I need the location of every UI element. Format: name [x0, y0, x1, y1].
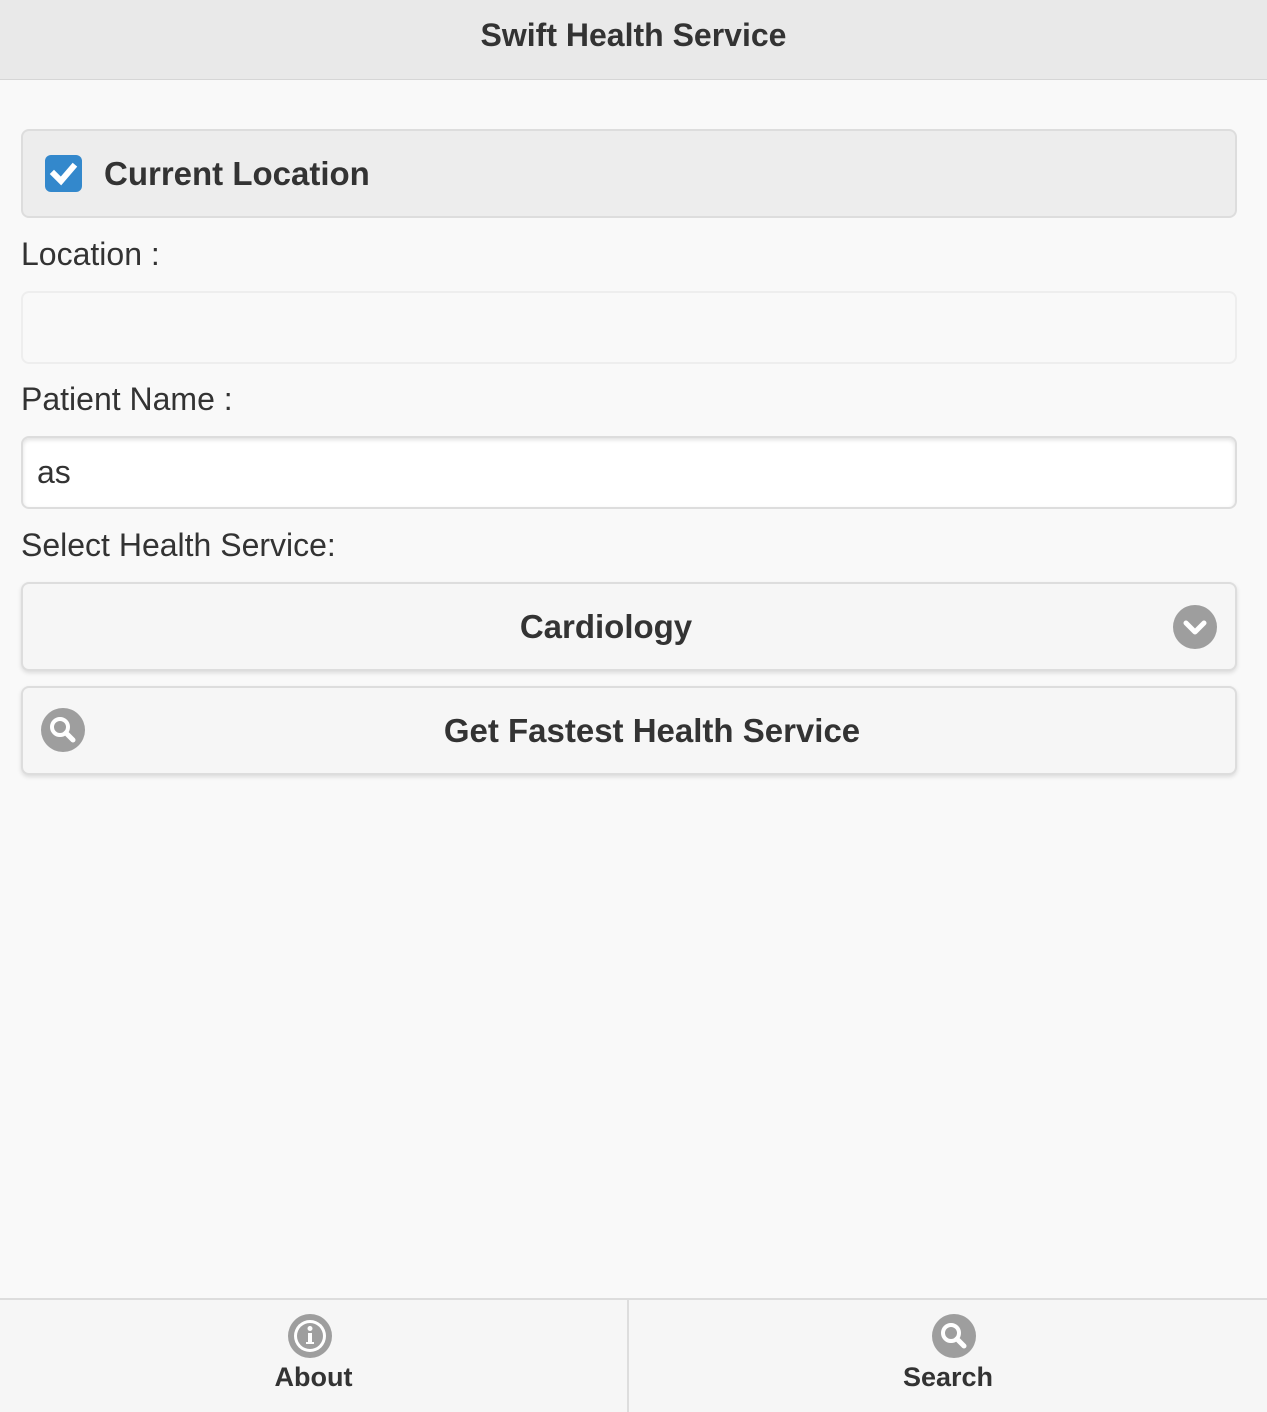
tab-search-label: Search — [902, 1362, 994, 1392]
checkmark-icon[interactable] — [45, 155, 82, 192]
health-service-label: Select Health Service: — [21, 527, 336, 563]
tab-about[interactable]: About — [0, 1300, 629, 1412]
page-title: Swift Health Service — [480, 17, 787, 53]
get-fastest-service-button[interactable]: Get Fastest Health Service — [21, 686, 1237, 775]
current-location-checkbox[interactable]: Current Location — [21, 129, 1237, 218]
app-header: Swift Health Service — [0, 0, 1267, 80]
health-service-select[interactable]: Cardiology — [21, 582, 1237, 671]
current-location-label: Current Location — [104, 155, 370, 192]
location-input[interactable] — [21, 291, 1237, 364]
info-icon — [288, 1314, 332, 1358]
get-fastest-service-label: Get Fastest Health Service — [443, 712, 861, 749]
footer-navbar: About Search — [0, 1298, 1267, 1412]
tab-about-label: About — [274, 1362, 353, 1392]
patient-name-input[interactable] — [21, 436, 1237, 509]
location-label: Location : — [21, 236, 160, 272]
health-service-selected: Cardiology — [519, 608, 693, 645]
tab-search[interactable]: Search — [629, 1300, 1267, 1412]
search-icon — [932, 1314, 976, 1358]
patient-name-label: Patient Name : — [21, 381, 233, 417]
chevron-down-icon — [1173, 605, 1217, 649]
